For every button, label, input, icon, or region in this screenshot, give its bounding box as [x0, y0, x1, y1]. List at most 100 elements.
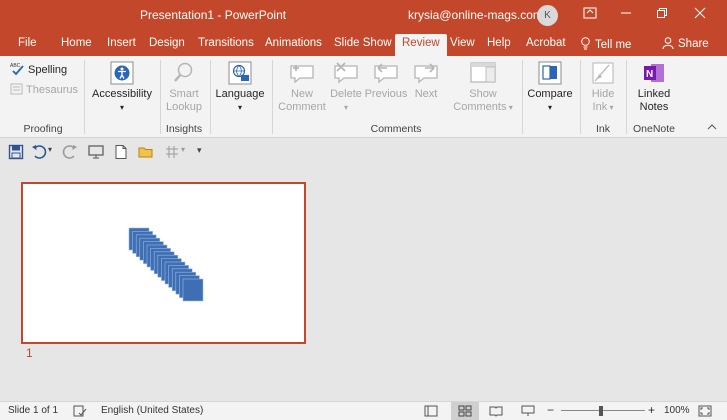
delete-comment-icon — [334, 62, 358, 84]
new-comment-label-1: New — [290, 88, 313, 100]
slide-show-view-icon[interactable] — [521, 405, 535, 417]
delete-comment-label: Delete — [330, 88, 362, 100]
svg-text:N: N — [646, 69, 653, 80]
avatar[interactable]: K — [537, 5, 558, 26]
next-comment-label: Next — [414, 88, 438, 100]
tab-design[interactable]: Design — [149, 37, 185, 49]
tab-animations[interactable]: Animations — [265, 37, 322, 49]
language-button[interactable]: Language ▾ — [214, 61, 266, 114]
ribbon-display-options-icon[interactable] — [580, 6, 600, 24]
hide-ink-label-2: Ink — [592, 101, 608, 113]
fit-to-window-icon[interactable] — [698, 405, 712, 417]
zoom-out-button[interactable]: − — [547, 403, 554, 417]
group-label-insights: Insights — [165, 123, 203, 135]
tab-acrobat[interactable]: Acrobat — [526, 37, 566, 49]
slide-sorter-icon — [458, 405, 472, 417]
spelling-button[interactable]: ABC Spelling — [10, 62, 67, 77]
previous-comment-button[interactable]: Previous — [364, 61, 408, 101]
normal-view-icon[interactable] — [424, 405, 438, 417]
collapse-ribbon-icon[interactable] — [707, 122, 717, 134]
zoom-slider[interactable] — [561, 410, 645, 411]
tab-insert[interactable]: Insert — [107, 37, 136, 49]
tab-help[interactable]: Help — [487, 37, 511, 49]
share-button[interactable]: Share — [662, 37, 709, 50]
new-file-icon[interactable] — [113, 144, 129, 160]
tab-slide-show[interactable]: Slide Show — [334, 37, 392, 49]
previous-comment-label: Previous — [364, 88, 408, 100]
accessibility-label: Accessibility — [92, 88, 152, 100]
tell-me-search[interactable]: Tell me — [580, 37, 631, 51]
group-separator — [160, 60, 161, 134]
hide-ink-icon — [592, 62, 614, 84]
thumbnail-tile — [182, 278, 204, 302]
show-comments-icon — [470, 62, 496, 83]
customize-qat-icon[interactable]: ▾ — [197, 145, 202, 156]
smart-lookup-label-1: Smart — [169, 88, 199, 100]
tell-me-label: Tell me — [595, 39, 632, 51]
group-separator — [626, 60, 627, 134]
group-separator — [272, 60, 273, 134]
zoom-level[interactable]: 100% — [664, 405, 690, 416]
undo-icon[interactable] — [31, 144, 47, 160]
restore-icon[interactable] — [652, 6, 672, 24]
show-comments-dropdown-icon: ▾ — [506, 103, 513, 112]
slide-sorter-view-button[interactable] — [451, 402, 479, 420]
save-icon[interactable] — [8, 144, 24, 160]
check-accessibility-button[interactable]: Accessibility ▾ — [90, 61, 154, 114]
minimize-icon[interactable] — [616, 6, 636, 24]
language-status[interactable]: English (United States) — [101, 405, 203, 416]
tab-view[interactable]: View — [450, 37, 475, 49]
linked-notes-label-1: Linked — [637, 88, 671, 100]
touch-mode-icon[interactable] — [164, 144, 180, 160]
status-bar: Slide 1 of 1 English (United States) − +… — [0, 401, 727, 420]
group-label-comments: Comments — [370, 123, 422, 135]
account-email[interactable]: krysia@online-mags.com — [408, 8, 543, 22]
compare-icon — [538, 61, 562, 85]
new-comment-icon — [290, 65, 314, 84]
group-separator — [580, 60, 581, 134]
ribbon: ABC Spelling Thesaurus Proofing Accessibi… — [0, 56, 727, 138]
tab-file[interactable]: File — [18, 37, 37, 49]
hide-ink-button[interactable]: Hide Ink ▾ — [586, 61, 620, 114]
next-comment-button[interactable]: Next — [410, 61, 442, 101]
open-icon[interactable] — [138, 144, 154, 160]
smart-lookup-label-2: Lookup — [165, 101, 203, 113]
onenote-icon: N — [644, 64, 664, 82]
compare-dropdown-icon: ▾ — [547, 103, 552, 112]
compare-button[interactable]: Compare ▾ — [526, 61, 574, 114]
from-beginning-icon[interactable] — [88, 144, 104, 160]
next-comment-icon — [414, 63, 438, 84]
new-comment-label-2: Comment — [278, 101, 326, 113]
group-label-onenote: OneNote — [632, 123, 676, 135]
spelling-label: Spelling — [28, 64, 68, 76]
touch-dropdown-icon[interactable]: ▾ — [181, 145, 185, 154]
spell-check-icon[interactable] — [73, 405, 87, 417]
close-icon[interactable] — [690, 6, 710, 24]
undo-dropdown-icon[interactable]: ▾ — [48, 145, 52, 154]
linked-notes-button[interactable]: N Linked Notes — [632, 61, 676, 114]
group-separator — [522, 60, 523, 134]
quick-access-toolbar: ▾ ▾ ▾ — [0, 138, 727, 166]
thesaurus-label: Thesaurus — [26, 84, 78, 96]
delete-comment-button[interactable]: Delete ▾ — [330, 61, 362, 114]
slide-thumbnail-content — [128, 227, 204, 302]
thesaurus-button[interactable]: Thesaurus — [10, 83, 78, 97]
slide-thumbnail[interactable] — [21, 182, 306, 344]
smart-lookup-button[interactable]: Smart Lookup — [164, 61, 204, 114]
show-comments-button[interactable]: Show Comments ▾ — [450, 61, 516, 114]
redo-icon[interactable] — [62, 144, 78, 160]
previous-comment-icon — [374, 63, 398, 84]
group-label-proofing: Proofing — [23, 123, 63, 135]
zoom-in-button[interactable]: + — [648, 403, 655, 417]
tab-home[interactable]: Home — [61, 37, 92, 49]
language-icon — [228, 61, 252, 85]
language-label: Language — [215, 88, 265, 100]
title-bar: Presentation1 - PowerPoint krysia@online… — [0, 0, 727, 32]
reading-view-icon[interactable] — [489, 405, 503, 417]
tab-transitions[interactable]: Transitions — [198, 37, 254, 49]
zoom-slider-thumb[interactable] — [599, 406, 603, 416]
new-comment-button[interactable]: New Comment — [276, 61, 328, 114]
language-dropdown-icon: ▾ — [237, 103, 242, 112]
tell-me-icon — [581, 37, 590, 50]
tab-review[interactable]: Review — [395, 34, 447, 56]
